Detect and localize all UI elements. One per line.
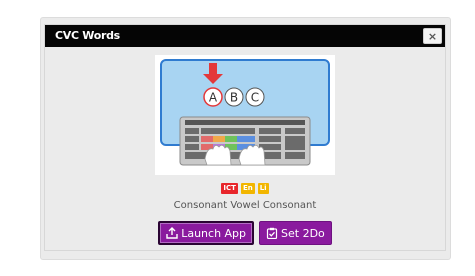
subject-badges: ICT En Li <box>45 183 445 194</box>
close-button[interactable]: × <box>423 28 442 44</box>
letter-circle-c: C <box>245 87 265 107</box>
letter-circle-b: B <box>224 87 244 107</box>
app-list-panel: CVC Words × A B C ICT En Li Consonant Vo… <box>40 17 451 260</box>
app-card: CVC Words × A B C ICT En Li Consonant Vo… <box>44 24 446 251</box>
letter-a: A <box>209 91 218 105</box>
launch-app-button[interactable]: Launch App <box>158 221 255 245</box>
launch-app-label: Launch App <box>181 226 247 240</box>
set-2do-button[interactable]: Set 2Do <box>259 221 332 245</box>
app-subtitle: Consonant Vowel Consonant <box>173 200 317 211</box>
badge-li: Li <box>257 183 269 194</box>
app-actions: Launch App Set 2Do <box>45 221 445 245</box>
app-title: CVC Words <box>55 29 120 42</box>
badge-en: En <box>240 183 255 194</box>
badge-ict: ICT <box>221 183 238 194</box>
keyboard-icon <box>179 116 311 166</box>
set-2do-label: Set 2Do <box>281 226 325 240</box>
clipboard-check-icon <box>266 227 278 239</box>
letter-circle-a: A <box>203 87 223 107</box>
thumbnail-illustration: A B C <box>160 59 330 166</box>
app-thumbnail[interactable]: A B C <box>155 55 335 175</box>
app-title-bar: CVC Words × <box>45 25 445 47</box>
letter-b: B <box>230 91 238 105</box>
letter-c: C <box>251 91 259 105</box>
launch-icon <box>166 227 178 239</box>
